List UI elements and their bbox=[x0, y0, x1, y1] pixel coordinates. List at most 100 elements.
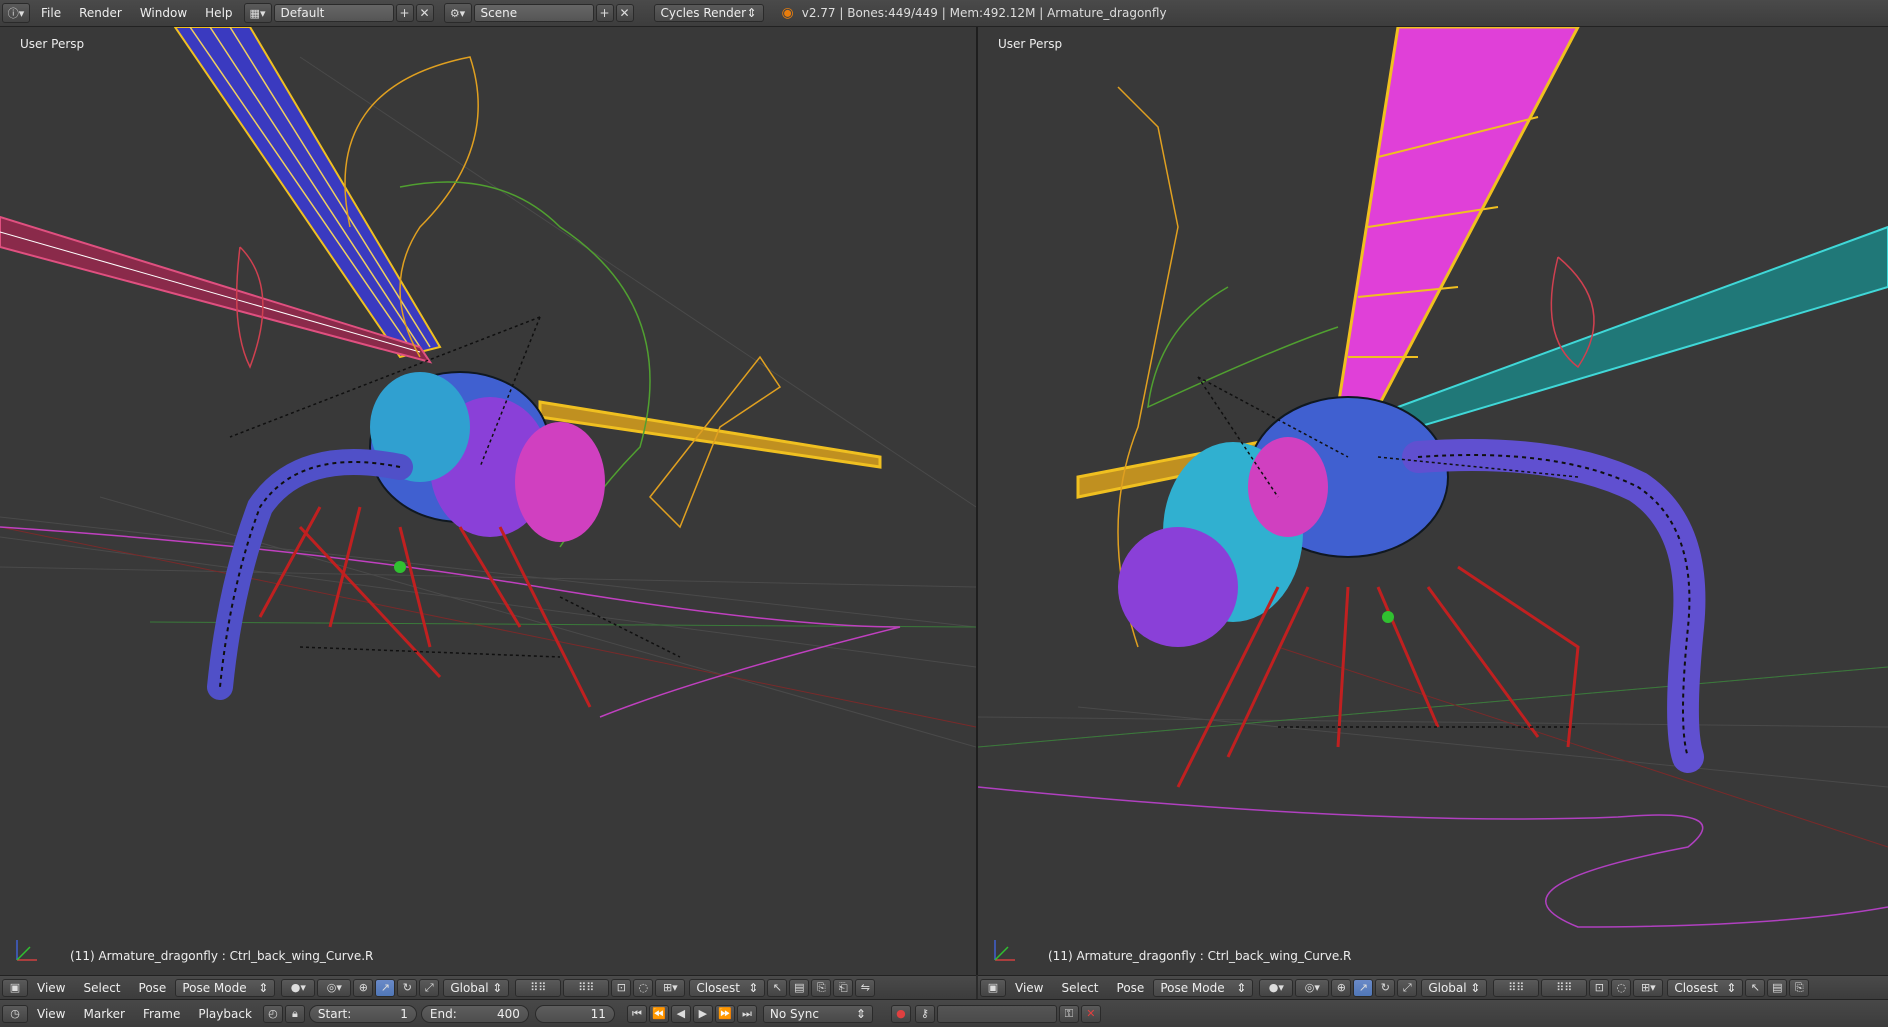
top-wing-magenta bbox=[1336, 27, 1580, 409]
render-preview-icon[interactable]: ▤ bbox=[789, 978, 810, 997]
end-frame-field[interactable]: End: 400 bbox=[420, 1004, 529, 1023]
mode-dropdown[interactable]: Pose Mode ⇕ bbox=[1153, 978, 1254, 997]
info-editor-icon[interactable]: ⓘ▾ bbox=[2, 3, 30, 23]
eye-right bbox=[1248, 437, 1328, 537]
translate-manipulator[interactable]: ↗ bbox=[1353, 978, 1374, 997]
snap-element-dropdown[interactable]: ⊞▾ bbox=[655, 978, 686, 997]
end-value: 400 bbox=[497, 1006, 520, 1021]
snap-align-icon[interactable]: ↖ bbox=[767, 978, 788, 997]
editor-type-icon[interactable]: ▣ bbox=[980, 978, 1006, 997]
manipulator-toggle[interactable]: ⊕ bbox=[1331, 978, 1352, 997]
orientation-dropdown[interactable]: Global ⇕ bbox=[1421, 978, 1488, 997]
copy-pose-icon[interactable]: ⎘ bbox=[811, 978, 832, 997]
record-icon[interactable]: ● bbox=[890, 1004, 911, 1023]
pivot-dropdown[interactable]: ◎▾ bbox=[317, 978, 352, 997]
wing-ctrl-curve-green bbox=[1147, 286, 1339, 409]
viewport-right[interactable]: User Persp (11) Armature_dragonfly : Ctr… bbox=[978, 27, 1888, 975]
dropdown-arrows-icon: ⇕ bbox=[1726, 980, 1737, 995]
scale-manipulator[interactable]: ⤢ bbox=[419, 978, 440, 997]
lock-icon[interactable]: 🔒︎ bbox=[284, 1004, 305, 1023]
right-wing-cyan bbox=[1396, 225, 1888, 429]
proportional-edit-icon[interactable]: ◌ bbox=[633, 978, 654, 997]
snap-target-dropdown[interactable]: Closest ⇕ bbox=[1667, 978, 1744, 997]
sync-dropdown[interactable]: No Sync ⇕ bbox=[762, 1004, 873, 1023]
lock-layers-icon[interactable]: ⊡ bbox=[611, 978, 632, 997]
motion-path-curve bbox=[0, 526, 901, 718]
orientation-dropdown[interactable]: Global ⇕ bbox=[443, 978, 510, 997]
dragonfly-rig-left-drawing bbox=[0, 27, 976, 748]
menu-select[interactable]: Select bbox=[1052, 981, 1107, 995]
jump-end-icon[interactable]: ⏭ bbox=[736, 1004, 757, 1023]
menu-help[interactable]: Help bbox=[196, 6, 241, 20]
translate-manipulator[interactable]: ↗ bbox=[375, 978, 396, 997]
menu-pose[interactable]: Pose bbox=[130, 981, 176, 995]
current-frame-value: 11 bbox=[590, 1006, 606, 1021]
paste-pose-icon[interactable]: ⎗ bbox=[833, 978, 854, 997]
current-frame-field[interactable]: 11 bbox=[534, 1004, 615, 1023]
mode-dropdown[interactable]: Pose Mode ⇕ bbox=[175, 978, 276, 997]
remove-scene-button[interactable]: ✕ bbox=[615, 4, 634, 22]
start-frame-field[interactable]: Start: 1 bbox=[308, 1004, 417, 1023]
manipulator-toggle[interactable]: ⊕ bbox=[353, 978, 374, 997]
shading-dropdown[interactable]: ●▾ bbox=[281, 978, 316, 997]
paste-flipped-icon[interactable]: ⇋ bbox=[855, 978, 876, 997]
add-scene-button[interactable]: + bbox=[595, 4, 614, 22]
active-object-info: (11) Armature_dragonfly : Ctrl_back_wing… bbox=[1048, 949, 1352, 963]
menu-view[interactable]: View bbox=[28, 1007, 74, 1021]
snap-target-dropdown[interactable]: Closest ⇕ bbox=[689, 978, 766, 997]
menu-view[interactable]: View bbox=[28, 981, 74, 995]
scale-manipulator[interactable]: ⤢ bbox=[1397, 978, 1418, 997]
menu-select[interactable]: Select bbox=[74, 981, 129, 995]
menu-playback[interactable]: Playback bbox=[189, 1007, 261, 1021]
layout-field[interactable]: Default bbox=[273, 4, 394, 22]
snap-element-dropdown[interactable]: ⊞▾ bbox=[1633, 978, 1664, 997]
sync-label: No Sync bbox=[769, 1006, 819, 1021]
add-layout-button[interactable]: + bbox=[395, 4, 414, 22]
copy-pose-icon[interactable]: ⎘ bbox=[1789, 978, 1810, 997]
remove-layout-button[interactable]: ✕ bbox=[415, 4, 434, 22]
rotate-manipulator[interactable]: ↻ bbox=[1375, 978, 1396, 997]
menu-file[interactable]: File bbox=[32, 6, 70, 20]
lock-layers-icon[interactable]: ⊡ bbox=[1589, 978, 1610, 997]
scene-field[interactable]: Scene bbox=[473, 4, 594, 22]
menu-frame[interactable]: Frame bbox=[134, 1007, 189, 1021]
menu-view[interactable]: View bbox=[1006, 981, 1052, 995]
scene-icon[interactable]: ⚙▾ bbox=[443, 3, 472, 23]
shading-dropdown[interactable]: ●▾ bbox=[1259, 978, 1294, 997]
insert-keyframe-icon[interactable]: ⚿ bbox=[1058, 1004, 1079, 1023]
jump-start-icon[interactable]: ⏮ bbox=[626, 1004, 647, 1023]
jump-keyframe-back-icon[interactable]: ⏪ bbox=[648, 1004, 669, 1023]
dropdown-arrows-icon: ⇕ bbox=[1470, 980, 1481, 995]
proportional-edit-icon[interactable]: ◌ bbox=[1611, 978, 1632, 997]
layout-grid-icon[interactable]: ▦▾ bbox=[243, 3, 272, 23]
jump-keyframe-forward-icon[interactable]: ⏩ bbox=[714, 1004, 735, 1023]
render-engine-dropdown[interactable]: Cycles Render ⇕ bbox=[653, 4, 764, 22]
blender-logo-icon: ◉ bbox=[781, 5, 794, 21]
keying-set-field[interactable] bbox=[936, 1004, 1057, 1023]
menu-marker[interactable]: Marker bbox=[74, 1007, 133, 1021]
menu-render[interactable]: Render bbox=[70, 6, 131, 20]
pivot-dropdown[interactable]: ◎▾ bbox=[1295, 978, 1330, 997]
layers-grid-2[interactable]: ⠿⠿ bbox=[563, 978, 610, 997]
menu-window[interactable]: Window bbox=[131, 6, 196, 20]
status-info: v2.77 | Bones:449/449 | Mem:492.12M | Ar… bbox=[801, 6, 1167, 20]
timeline-header: ◷ View Marker Frame Playback ◴ 🔒︎ Start:… bbox=[0, 999, 1888, 1027]
play-reverse-icon[interactable]: ◀ bbox=[670, 1004, 691, 1023]
timeline-editor-icon[interactable]: ◷ bbox=[2, 1004, 28, 1023]
play-icon[interactable]: ▶ bbox=[692, 1004, 713, 1023]
layers-grid[interactable]: ⠿⠿ bbox=[515, 978, 562, 997]
snap-align-icon[interactable]: ↖ bbox=[1745, 978, 1766, 997]
motion-path-curve bbox=[978, 786, 1888, 928]
preview-range-icon[interactable]: ◴ bbox=[262, 1004, 283, 1023]
menu-pose[interactable]: Pose bbox=[1108, 981, 1154, 995]
layers-grid[interactable]: ⠿⠿ bbox=[1493, 978, 1540, 997]
keying-set-icon[interactable]: ⚷ bbox=[914, 1004, 935, 1023]
viewport-left[interactable]: User Persp (11) Armature_dragonfly : Ctr… bbox=[0, 27, 976, 975]
rotate-manipulator[interactable]: ↻ bbox=[397, 978, 418, 997]
active-object-info: (11) Armature_dragonfly : Ctrl_back_wing… bbox=[70, 949, 374, 963]
dropdown-arrows-icon: ⇕ bbox=[748, 980, 759, 995]
editor-type-icon[interactable]: ▣ bbox=[2, 978, 28, 997]
delete-keyframe-icon[interactable]: ✕ bbox=[1080, 1004, 1101, 1023]
render-preview-icon[interactable]: ▤ bbox=[1767, 978, 1788, 997]
layers-grid-2[interactable]: ⠿⠿ bbox=[1541, 978, 1588, 997]
